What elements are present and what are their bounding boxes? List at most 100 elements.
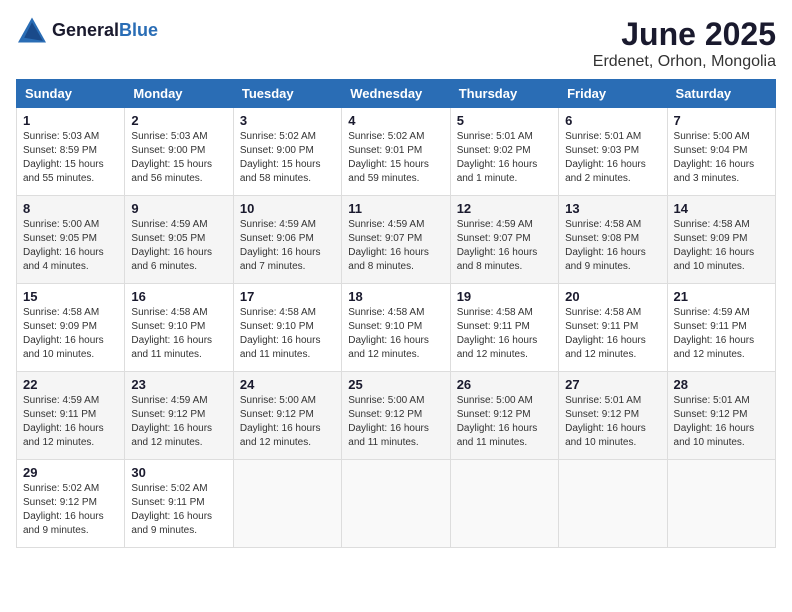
day-cell-2: 2 Sunrise: 5:03 AM Sunset: 9:00 PM Dayli… (125, 108, 233, 196)
day-info: Sunrise: 5:00 AM Sunset: 9:12 PM Dayligh… (457, 394, 552, 450)
day-number: 30 (131, 465, 226, 480)
day-cell-28: 28 Sunrise: 5:01 AM Sunset: 9:12 PM Dayl… (667, 372, 775, 460)
logo-text-blue: Blue (119, 20, 158, 40)
day-info: Sunrise: 4:58 AM Sunset: 9:09 PM Dayligh… (674, 218, 769, 274)
day-number: 12 (457, 201, 552, 216)
day-cell-27: 27 Sunrise: 5:01 AM Sunset: 9:12 PM Dayl… (559, 372, 667, 460)
day-info: Sunrise: 4:58 AM Sunset: 9:08 PM Dayligh… (565, 218, 660, 274)
day-cell-16: 16 Sunrise: 4:58 AM Sunset: 9:10 PM Dayl… (125, 284, 233, 372)
empty-cell (667, 460, 775, 548)
day-info: Sunrise: 4:59 AM Sunset: 9:11 PM Dayligh… (23, 394, 118, 450)
week-row-1: 1 Sunrise: 5:03 AM Sunset: 8:59 PM Dayli… (17, 108, 776, 196)
day-number: 2 (131, 113, 226, 128)
page-header: GeneralBlue June 2025 Erdenet, Orhon, Mo… (16, 16, 776, 71)
day-info: Sunrise: 4:59 AM Sunset: 9:05 PM Dayligh… (131, 218, 226, 274)
week-row-3: 15 Sunrise: 4:58 AM Sunset: 9:09 PM Dayl… (17, 284, 776, 372)
day-cell-19: 19 Sunrise: 4:58 AM Sunset: 9:11 PM Dayl… (450, 284, 558, 372)
empty-cell (559, 460, 667, 548)
day-number: 23 (131, 377, 226, 392)
day-info: Sunrise: 4:59 AM Sunset: 9:07 PM Dayligh… (457, 218, 552, 274)
day-number: 3 (240, 113, 335, 128)
day-number: 1 (23, 113, 118, 128)
week-row-4: 22 Sunrise: 4:59 AM Sunset: 9:11 PM Dayl… (17, 372, 776, 460)
day-cell-1: 1 Sunrise: 5:03 AM Sunset: 8:59 PM Dayli… (17, 108, 125, 196)
column-header-tuesday: Tuesday (233, 80, 341, 108)
day-cell-5: 5 Sunrise: 5:01 AM Sunset: 9:02 PM Dayli… (450, 108, 558, 196)
day-cell-13: 13 Sunrise: 4:58 AM Sunset: 9:08 PM Dayl… (559, 196, 667, 284)
day-number: 5 (457, 113, 552, 128)
calendar-title: June 2025 (593, 16, 776, 53)
day-number: 10 (240, 201, 335, 216)
calendar-subtitle: Erdenet, Orhon, Mongolia (593, 53, 776, 71)
day-info: Sunrise: 5:03 AM Sunset: 9:00 PM Dayligh… (131, 130, 226, 186)
day-info: Sunrise: 4:58 AM Sunset: 9:10 PM Dayligh… (348, 306, 443, 362)
logo-icon (16, 16, 48, 44)
day-number: 11 (348, 201, 443, 216)
day-cell-4: 4 Sunrise: 5:02 AM Sunset: 9:01 PM Dayli… (342, 108, 450, 196)
empty-cell (450, 460, 558, 548)
day-cell-6: 6 Sunrise: 5:01 AM Sunset: 9:03 PM Dayli… (559, 108, 667, 196)
day-info: Sunrise: 5:00 AM Sunset: 9:12 PM Dayligh… (240, 394, 335, 450)
week-row-2: 8 Sunrise: 5:00 AM Sunset: 9:05 PM Dayli… (17, 196, 776, 284)
day-number: 29 (23, 465, 118, 480)
day-info: Sunrise: 5:00 AM Sunset: 9:05 PM Dayligh… (23, 218, 118, 274)
day-number: 16 (131, 289, 226, 304)
day-info: Sunrise: 4:58 AM Sunset: 9:11 PM Dayligh… (565, 306, 660, 362)
day-cell-25: 25 Sunrise: 5:00 AM Sunset: 9:12 PM Dayl… (342, 372, 450, 460)
day-info: Sunrise: 5:02 AM Sunset: 9:11 PM Dayligh… (131, 482, 226, 538)
day-cell-22: 22 Sunrise: 4:59 AM Sunset: 9:11 PM Dayl… (17, 372, 125, 460)
day-number: 19 (457, 289, 552, 304)
day-cell-12: 12 Sunrise: 4:59 AM Sunset: 9:07 PM Dayl… (450, 196, 558, 284)
day-info: Sunrise: 5:03 AM Sunset: 8:59 PM Dayligh… (23, 130, 118, 186)
day-number: 25 (348, 377, 443, 392)
day-number: 13 (565, 201, 660, 216)
calendar-table: SundayMondayTuesdayWednesdayThursdayFrid… (16, 79, 776, 548)
day-number: 18 (348, 289, 443, 304)
day-number: 7 (674, 113, 769, 128)
week-row-5: 29 Sunrise: 5:02 AM Sunset: 9:12 PM Dayl… (17, 460, 776, 548)
day-cell-24: 24 Sunrise: 5:00 AM Sunset: 9:12 PM Dayl… (233, 372, 341, 460)
day-cell-3: 3 Sunrise: 5:02 AM Sunset: 9:00 PM Dayli… (233, 108, 341, 196)
day-number: 15 (23, 289, 118, 304)
day-info: Sunrise: 5:01 AM Sunset: 9:12 PM Dayligh… (674, 394, 769, 450)
day-number: 24 (240, 377, 335, 392)
day-info: Sunrise: 4:59 AM Sunset: 9:11 PM Dayligh… (674, 306, 769, 362)
day-number: 9 (131, 201, 226, 216)
empty-cell (342, 460, 450, 548)
column-header-wednesday: Wednesday (342, 80, 450, 108)
day-info: Sunrise: 5:00 AM Sunset: 9:04 PM Dayligh… (674, 130, 769, 186)
day-cell-7: 7 Sunrise: 5:00 AM Sunset: 9:04 PM Dayli… (667, 108, 775, 196)
day-cell-30: 30 Sunrise: 5:02 AM Sunset: 9:11 PM Dayl… (125, 460, 233, 548)
day-info: Sunrise: 4:59 AM Sunset: 9:07 PM Dayligh… (348, 218, 443, 274)
day-info: Sunrise: 4:58 AM Sunset: 9:11 PM Dayligh… (457, 306, 552, 362)
day-info: Sunrise: 5:01 AM Sunset: 9:03 PM Dayligh… (565, 130, 660, 186)
day-number: 4 (348, 113, 443, 128)
day-info: Sunrise: 4:58 AM Sunset: 9:10 PM Dayligh… (240, 306, 335, 362)
day-info: Sunrise: 4:58 AM Sunset: 9:09 PM Dayligh… (23, 306, 118, 362)
day-cell-29: 29 Sunrise: 5:02 AM Sunset: 9:12 PM Dayl… (17, 460, 125, 548)
day-number: 27 (565, 377, 660, 392)
day-cell-20: 20 Sunrise: 4:58 AM Sunset: 9:11 PM Dayl… (559, 284, 667, 372)
title-block: June 2025 Erdenet, Orhon, Mongolia (593, 16, 776, 71)
day-number: 17 (240, 289, 335, 304)
day-info: Sunrise: 5:01 AM Sunset: 9:12 PM Dayligh… (565, 394, 660, 450)
day-cell-23: 23 Sunrise: 4:59 AM Sunset: 9:12 PM Dayl… (125, 372, 233, 460)
column-header-saturday: Saturday (667, 80, 775, 108)
day-cell-15: 15 Sunrise: 4:58 AM Sunset: 9:09 PM Dayl… (17, 284, 125, 372)
logo-text-general: General (52, 20, 119, 40)
column-header-sunday: Sunday (17, 80, 125, 108)
day-info: Sunrise: 4:59 AM Sunset: 9:06 PM Dayligh… (240, 218, 335, 274)
day-cell-9: 9 Sunrise: 4:59 AM Sunset: 9:05 PM Dayli… (125, 196, 233, 284)
day-info: Sunrise: 5:02 AM Sunset: 9:12 PM Dayligh… (23, 482, 118, 538)
header-row: SundayMondayTuesdayWednesdayThursdayFrid… (17, 80, 776, 108)
day-cell-17: 17 Sunrise: 4:58 AM Sunset: 9:10 PM Dayl… (233, 284, 341, 372)
day-info: Sunrise: 5:02 AM Sunset: 9:00 PM Dayligh… (240, 130, 335, 186)
day-number: 14 (674, 201, 769, 216)
day-cell-10: 10 Sunrise: 4:59 AM Sunset: 9:06 PM Dayl… (233, 196, 341, 284)
day-info: Sunrise: 4:59 AM Sunset: 9:12 PM Dayligh… (131, 394, 226, 450)
column-header-monday: Monday (125, 80, 233, 108)
day-number: 22 (23, 377, 118, 392)
day-info: Sunrise: 5:01 AM Sunset: 9:02 PM Dayligh… (457, 130, 552, 186)
day-cell-14: 14 Sunrise: 4:58 AM Sunset: 9:09 PM Dayl… (667, 196, 775, 284)
day-cell-21: 21 Sunrise: 4:59 AM Sunset: 9:11 PM Dayl… (667, 284, 775, 372)
